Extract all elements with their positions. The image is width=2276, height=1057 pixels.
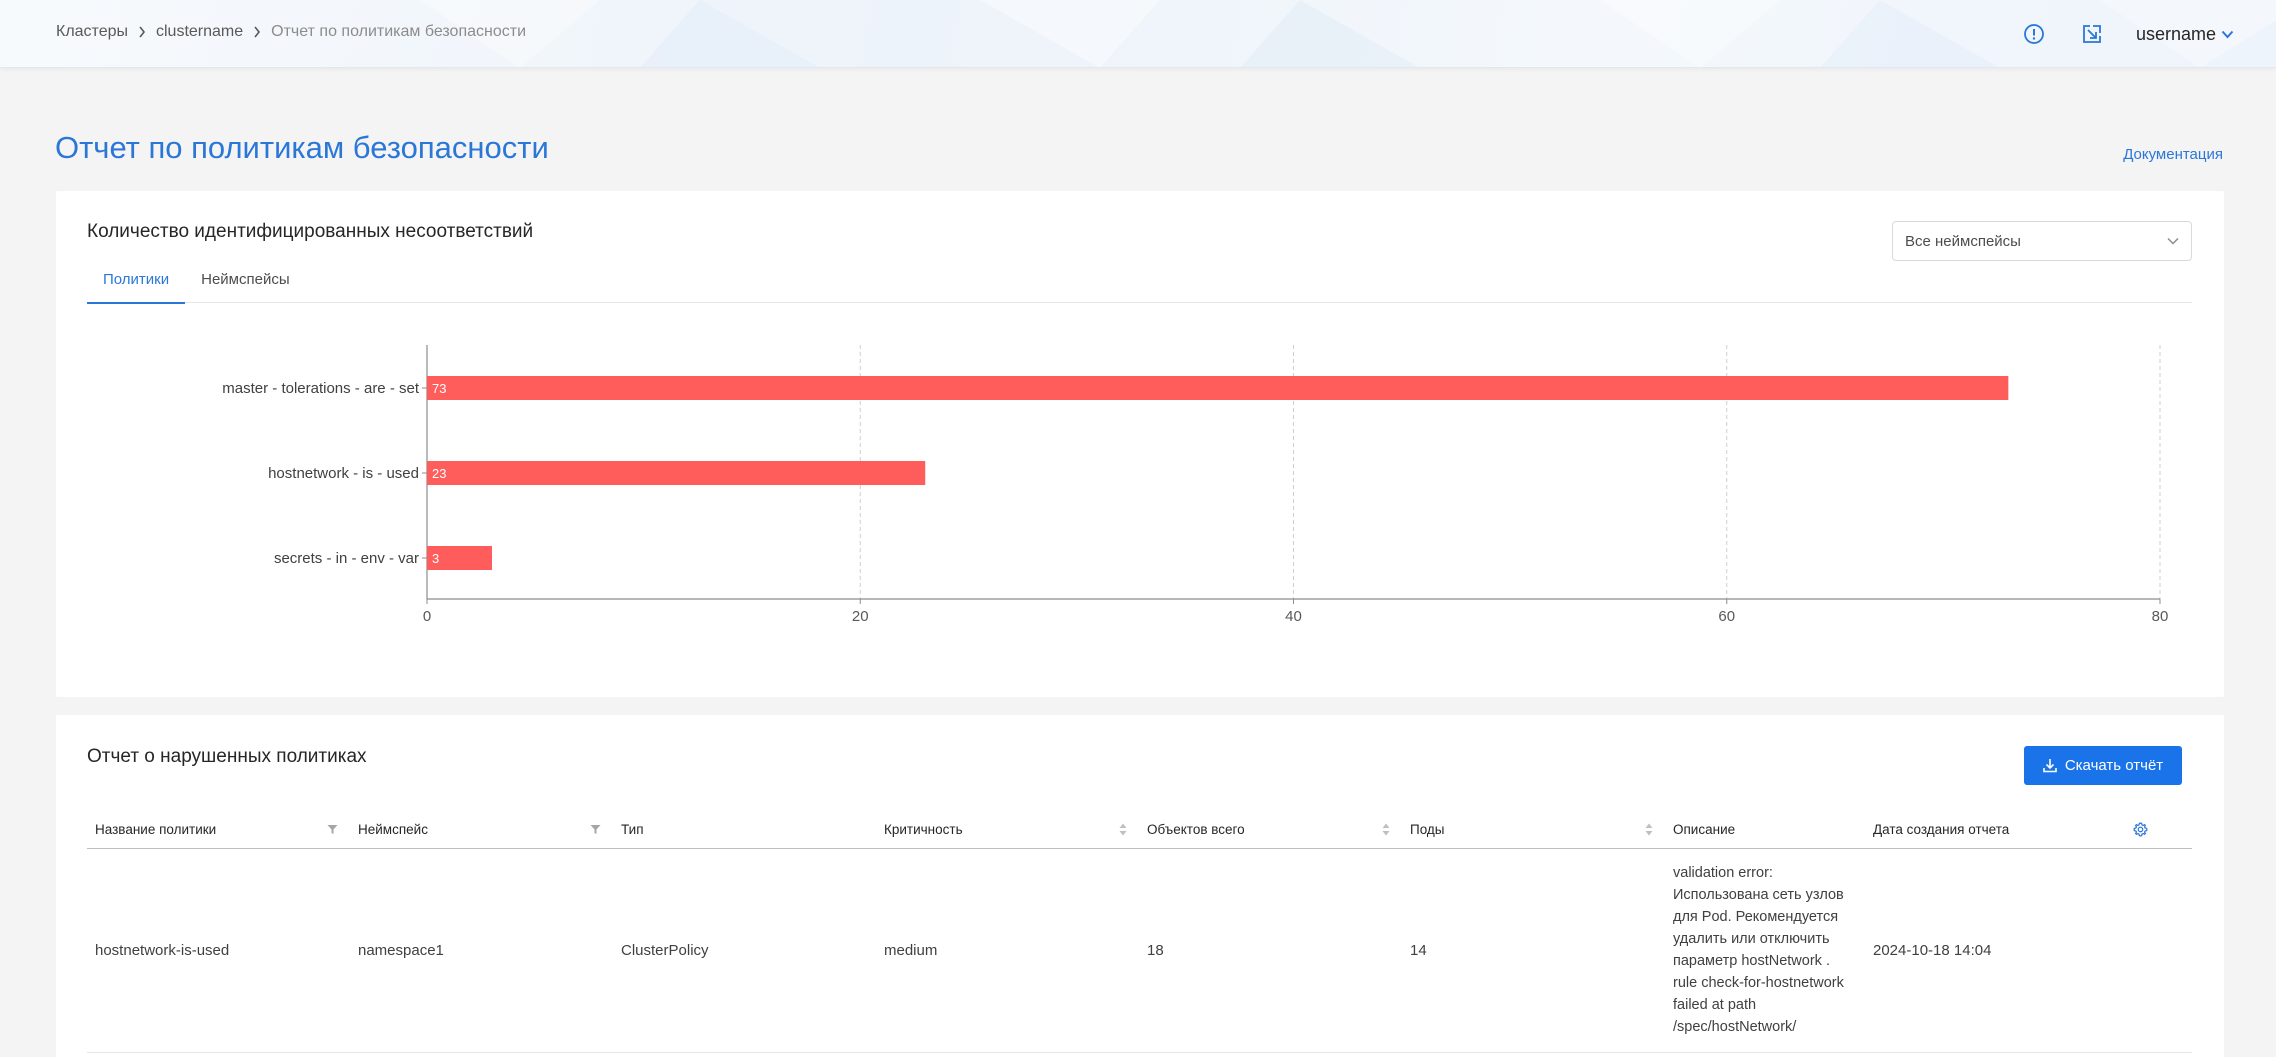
column-header-label: Название политики bbox=[95, 822, 217, 838]
username-label: username bbox=[2135, 23, 2216, 44]
breadcrumb: Кластеры clustername Отчет по политикам … bbox=[56, 23, 526, 41]
chevron-down-icon bbox=[2221, 30, 2234, 39]
header-actions: username bbox=[1990, 20, 2234, 48]
chart-category-label: secrets - in - env - var bbox=[274, 550, 419, 567]
column-header-label: Неймспейс bbox=[358, 822, 428, 838]
gear-icon[interactable] bbox=[2133, 822, 2148, 837]
column-header-pods: Поды bbox=[1402, 812, 1665, 849]
column-header-policy: Название политики bbox=[87, 812, 350, 849]
chart-category-label: master - tolerations - are - set bbox=[222, 380, 420, 397]
documentation-link[interactable]: Документация bbox=[2123, 146, 2223, 163]
chart-bar bbox=[427, 461, 926, 485]
chart-data-label: 3 bbox=[432, 551, 439, 566]
top-bar: Кластеры clustername Отчет по политикам … bbox=[0, 0, 2276, 68]
column-header-label: Объектов всего bbox=[1147, 822, 1245, 838]
info-circle-icon[interactable] bbox=[2020, 20, 2048, 48]
report-table: Название политики Неймспейс Тип Критично… bbox=[87, 812, 2192, 1053]
column-header-label: Критичность bbox=[884, 822, 963, 838]
download-report-label: Скачать отчёт bbox=[2064, 757, 2164, 774]
sort-icon[interactable] bbox=[1382, 823, 1390, 836]
page-title: Отчет по политикам безопасности bbox=[55, 130, 549, 165]
chart-x-tick-label: 40 bbox=[1285, 608, 1302, 625]
cell-namespace: namespace1 bbox=[350, 848, 613, 1053]
violations-summary-card: Количество идентифицированных несоответс… bbox=[56, 191, 2224, 697]
cell-description: validation error: Использована сеть узло… bbox=[1665, 848, 1865, 1053]
chart-x-tick-label: 60 bbox=[1718, 608, 1735, 625]
cell-objects-total: 18 bbox=[1139, 848, 1402, 1053]
cell-type: ClusterPolicy bbox=[613, 848, 876, 1053]
cell-severity: medium bbox=[876, 848, 1139, 1053]
table-row[interactable]: hostnetwork-is-used namespace1 ClusterPo… bbox=[87, 848, 2192, 1053]
chevron-right-icon bbox=[138, 26, 146, 38]
table-header-row: Название политики Неймспейс Тип Критично… bbox=[87, 812, 2192, 849]
column-header-description: Описание bbox=[1665, 812, 1865, 849]
sort-icon[interactable] bbox=[1645, 823, 1653, 836]
chart-x-tick-label: 80 bbox=[2152, 608, 2169, 625]
column-header-label: Тип bbox=[621, 822, 644, 838]
column-header-severity: Критичность bbox=[876, 812, 1139, 849]
column-header-type: Тип bbox=[613, 812, 876, 849]
filter-icon[interactable] bbox=[590, 824, 601, 835]
cell-created: 2024-10-18 14:04 bbox=[1865, 848, 2192, 1053]
breadcrumb-clusters[interactable]: Кластеры bbox=[56, 23, 128, 41]
chart-x-tick-label: 20 bbox=[852, 608, 869, 625]
column-header-label: Поды bbox=[1410, 822, 1445, 838]
chevron-right-icon bbox=[253, 26, 261, 38]
column-header-label: Дата создания отчета bbox=[1873, 822, 2010, 838]
violated-policies-report-card: Отчет о нарушенных политиках Скачать отч… bbox=[56, 715, 2224, 1057]
chart-category-label: hostnetwork - is - used bbox=[268, 465, 419, 482]
chart-data-label: 73 bbox=[432, 381, 446, 396]
chart-x-tick-label: 0 bbox=[423, 608, 431, 625]
user-menu[interactable]: username bbox=[2136, 24, 2234, 45]
cell-pods: 14 bbox=[1402, 848, 1665, 1053]
column-header-created: Дата создания отчета bbox=[1865, 812, 2192, 849]
column-header-namespace: Неймспейс bbox=[350, 812, 613, 849]
report-title: Отчет о нарушенных политиках bbox=[87, 746, 367, 767]
external-link-icon[interactable] bbox=[2078, 20, 2106, 48]
violations-bar-chart: 0 20 40 60 80 master - tolerations - are - se… bbox=[222, 345, 2169, 625]
column-header-label: Описание bbox=[1673, 822, 1736, 838]
column-header-objects-total: Объектов всего bbox=[1139, 812, 1402, 849]
breadcrumb-cluster[interactable]: clustername bbox=[156, 23, 243, 41]
cell-policy: hostnetwork-is-used bbox=[87, 848, 350, 1053]
download-icon bbox=[2043, 758, 2057, 773]
filter-icon[interactable] bbox=[327, 824, 338, 835]
download-report-button[interactable]: Скачать отчёт bbox=[2024, 746, 2182, 785]
chart-data-label: 23 bbox=[432, 466, 446, 481]
breadcrumb-current: Отчет по политикам безопасности bbox=[271, 23, 527, 40]
chart-bar bbox=[427, 376, 2009, 400]
sort-icon[interactable] bbox=[1119, 823, 1127, 836]
